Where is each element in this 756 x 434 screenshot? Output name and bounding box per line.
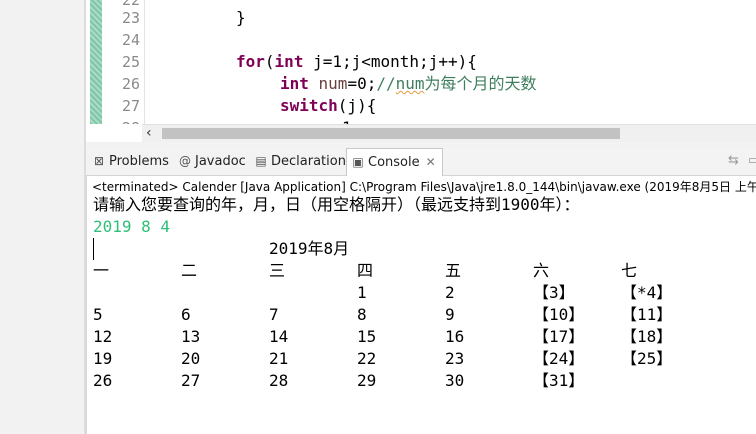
keyword: int	[274, 52, 304, 71]
horizontal-scrollbar[interactable]: ‹	[142, 124, 756, 142]
code-line-27: switch(j){	[280, 95, 376, 117]
calendar-day: 19	[93, 349, 113, 368]
comment-spellcheck: num	[395, 74, 425, 93]
text-caret	[93, 238, 94, 260]
code-text: =0;	[347, 74, 377, 93]
scrollbar-thumb[interactable]	[162, 128, 620, 139]
keyword: int	[280, 74, 309, 93]
change-marker-gutter	[90, 0, 102, 124]
minimize-icon[interactable]: ▭	[748, 153, 756, 168]
javadoc-icon: @	[179, 154, 191, 168]
calendar-day: 30	[445, 371, 465, 390]
code-line-26: int num=0;//num为每个月的天数	[280, 73, 537, 95]
weekday-header: 七	[621, 261, 638, 280]
line-number: 24	[121, 31, 140, 49]
calendar-day: 【25】	[621, 349, 673, 368]
calendar-day: 28	[269, 371, 289, 390]
console-status: <terminated> Calender [Java Application]…	[92, 180, 756, 194]
close-icon[interactable]: ✕	[426, 155, 436, 169]
calendar-day: 8	[357, 305, 367, 324]
code-line-23: }	[236, 8, 246, 27]
console-prompt: 请输入您要查询的年，月，日（用空格隔开）（最远支持到1900年）：	[93, 195, 580, 214]
comment: //	[376, 74, 396, 93]
weekday-header: 一	[93, 261, 110, 280]
declaration-icon: ▤	[255, 154, 267, 168]
view-tab-bar: ⊠ Problems @ Javadoc ▤ Declaration ▣ Console…	[86, 148, 756, 176]
calendar-day: 【18】	[621, 327, 673, 346]
code-text-area[interactable]: } for(int j=1;j<month;j++){ int num=0;//…	[150, 0, 756, 124]
variable: num	[308, 74, 348, 93]
weekday-header: 二	[181, 261, 198, 280]
calendar-day: 【3】	[533, 283, 575, 302]
calendar-month-title: 2019年8月	[269, 239, 350, 258]
code-line-25: for(int j=1;j<month;j++){	[236, 51, 477, 73]
calendar-day: 【17】	[533, 327, 585, 346]
left-panel-strip	[0, 0, 86, 434]
console-user-input: 2019 8 4	[93, 217, 171, 236]
weekday-header: 五	[445, 261, 462, 280]
calendar-day: 9	[445, 305, 455, 324]
calendar-day: 20	[181, 349, 201, 368]
code-text: j=1;j<month;j++){	[303, 52, 477, 71]
calendar-day: 21	[269, 349, 289, 368]
code-text: (	[264, 52, 275, 71]
calendar-day: 6	[181, 305, 191, 324]
calendar-day: 1	[357, 283, 367, 302]
code-line-28: 1	[342, 117, 352, 124]
calendar-day: 【10】	[533, 305, 585, 324]
tab-declaration[interactable]: ▤ Declaration	[254, 148, 346, 175]
calendar-day: 5	[93, 305, 103, 324]
line-number: 28	[122, 117, 140, 124]
weekday-header: 三	[269, 261, 286, 280]
gutter-separator	[144, 0, 145, 124]
code-text: (j){	[337, 96, 377, 115]
calendar-day: 【31】	[533, 371, 585, 390]
calendar-day: 2	[445, 283, 455, 302]
keyword: for	[236, 52, 265, 71]
line-number: 23	[121, 9, 140, 27]
console-icon: ▣	[352, 155, 364, 169]
tab-javadoc[interactable]: @ Javadoc	[178, 148, 246, 175]
link-icon[interactable]: ⇆	[728, 153, 739, 168]
calendar-day: 【*4】	[621, 283, 673, 302]
scroll-left-icon[interactable]: ‹	[146, 125, 152, 141]
calendar-day: 22	[357, 349, 377, 368]
tab-console[interactable]: ▣ Console ✕	[346, 148, 443, 176]
calendar-day: 23	[445, 349, 465, 368]
tab-label: Problems	[109, 154, 169, 169]
line-number: 26	[121, 75, 140, 93]
console-output[interactable]: <terminated> Calender [Java Application]…	[86, 176, 756, 434]
tab-label: Javadoc	[195, 154, 246, 169]
calendar-day: 26	[93, 371, 113, 390]
code-editor[interactable]: 22 23 24 25 26 27 28 } for(int j=1;j<mon…	[86, 0, 756, 124]
tab-label: Declaration	[271, 154, 346, 169]
calendar-day: 12	[93, 327, 113, 346]
line-number-gutter: 22 23 24 25 26 27 28	[104, 0, 144, 124]
tab-problems[interactable]: ⊠ Problems	[92, 148, 169, 175]
calendar-day: 14	[269, 327, 289, 346]
problems-icon: ⊠	[93, 154, 105, 168]
calendar-day: 7	[269, 305, 279, 324]
calendar-day: 29	[357, 371, 377, 390]
line-number: 25	[121, 53, 140, 71]
line-number: 27	[121, 97, 140, 115]
calendar-day: 【11】	[621, 305, 673, 324]
calendar-day: 15	[357, 327, 377, 346]
weekday-header: 六	[533, 261, 550, 280]
calendar-day: 13	[181, 327, 201, 346]
tab-label: Console	[368, 155, 420, 170]
comment: 为每个月的天数	[424, 74, 537, 93]
weekday-header: 四	[357, 261, 374, 280]
calendar-day: 【24】	[533, 349, 585, 368]
calendar-day: 27	[181, 371, 201, 390]
calendar-day: 16	[445, 327, 465, 346]
keyword: switch	[280, 96, 338, 115]
